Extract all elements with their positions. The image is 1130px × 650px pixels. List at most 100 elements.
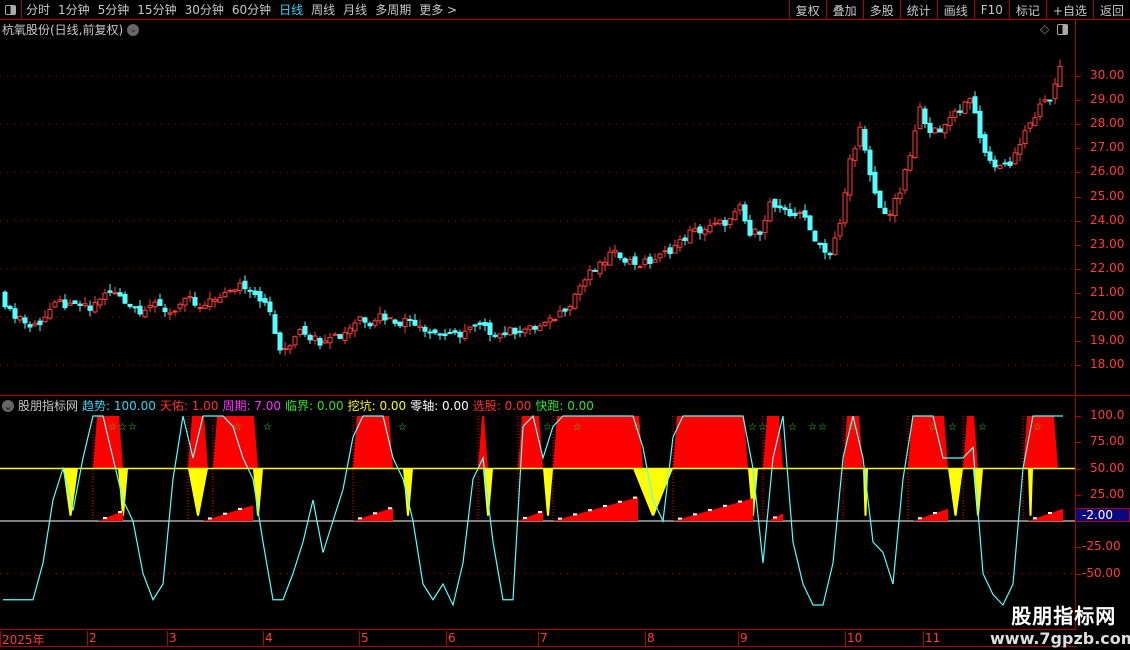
candle [427,328,433,340]
candle [47,302,53,321]
watermark-title: 股朋指标网 [1011,604,1117,628]
candle [432,328,438,336]
signal-zone-red [673,416,748,469]
toolbar-button[interactable]: +自选 [1045,0,1093,20]
month-label: 7 [538,631,548,646]
indicator-name: 股朋指标网 [18,399,79,413]
ramp-tick [618,500,622,503]
candle [192,291,198,308]
candle [817,242,823,249]
toolbar: 分时 1分钟 5分钟 15分钟 30分钟 60分钟 日线 周线 月线 多周期 更多 > 复权 叠加 多股… [0,0,1130,20]
panel-icon[interactable] [1057,23,1069,35]
candle [27,321,33,333]
panel-icon [5,4,16,15]
ramp-tick [693,513,697,516]
candle [517,325,523,338]
toolbar-button[interactable]: F10 [973,0,1009,20]
current-value-badge: -2.00 [1075,508,1130,522]
candle [67,299,73,306]
candle [212,296,218,308]
diamond-icon[interactable]: ◇ [1040,22,1049,36]
candle [437,332,443,340]
sidebar-toggle-button[interactable] [0,0,22,20]
legend-item: 临界: 0.00 [285,399,344,413]
candle [362,316,368,329]
candle [967,96,973,110]
toolbar-button[interactable]: 返回 [1092,0,1130,20]
toolbar-button[interactable]: 标记 [1008,0,1046,20]
chevron-down-icon[interactable]: ⌄ [2,399,14,413]
candle [667,243,673,259]
toolbar-button[interactable]: 复权 [788,0,826,20]
month-label: 10 [845,631,863,646]
candle [242,275,248,294]
candle [327,332,333,350]
candle [142,306,148,319]
candle [1027,121,1033,133]
candle [77,300,83,312]
toolbar-button[interactable]: 画线 [936,0,974,20]
period-tab[interactable]: 15分钟 [133,1,180,18]
axis-tick [1075,148,1081,150]
candle [582,277,588,293]
indicator-axis-label: 25.00 [1090,486,1125,501]
candle [137,300,143,317]
period-tab[interactable]: 日线 [275,1,307,18]
candle [662,245,668,258]
toolbar-button[interactable]: 多股 [862,0,900,20]
period-tab[interactable]: 1分钟 [54,1,94,18]
candle [147,299,153,313]
month-label: 2 [87,631,97,646]
candle [787,202,793,218]
candle [717,219,723,226]
time-axis-bottom-line [0,646,1076,647]
candle [842,187,848,228]
signal-zone-yellow [543,468,553,516]
signal-zone-red [553,416,643,469]
period-tab[interactable]: 分时 [22,1,54,18]
star-icon: ☆ [748,422,757,433]
candle [812,230,818,242]
axis-tick [1075,547,1081,549]
period-tab[interactable]: 更多 > [415,1,461,18]
candle [132,305,138,313]
ramp-tick [773,516,777,519]
period-tab[interactable]: 周线 [307,1,339,18]
axis-tick [1075,244,1081,246]
pane-separator [0,395,1130,396]
toolbar-button[interactable]: 叠加 [825,0,863,20]
price-axis-label: 18.00 [1090,357,1125,372]
indicator-axis-label: 50.00 [1090,460,1125,475]
axis-tick [1075,76,1081,77]
candle [452,328,458,335]
candle [412,313,418,327]
candle [677,235,683,252]
toolbar-buttons: 复权 叠加 多股 统计 画线 F10 标记 +自选 返回 [788,0,1130,20]
candle [387,317,393,320]
ramp-tick [538,511,542,514]
period-tab[interactable]: 多周期 [371,1,415,18]
candle [767,198,773,223]
candle [302,321,308,337]
candle [942,123,948,139]
candle [857,121,863,151]
candle [612,244,618,258]
candle [862,125,868,154]
period-tab[interactable]: 60分钟 [228,1,275,18]
period-tab[interactable]: 30分钟 [181,1,228,18]
ramp-tick [738,500,742,503]
signal-zone-red [963,416,978,469]
price-chart[interactable] [0,38,1076,395]
period-tab[interactable]: 月线 [339,1,371,18]
axis-tick [1075,292,1081,294]
chevron-down-icon[interactable]: ⌄ [127,23,140,36]
period-tab[interactable]: 5分钟 [94,1,134,18]
indicator-chart[interactable]: ☆ ☆ ☆ ☆ ☆ ☆ ☆ ☆ ☆ ☆ ☆ ☆ ☆ ☆ ☆ ☆ ☆ ☆ ☆ [0,413,1076,628]
candle [712,217,718,227]
signal-zone-red [188,416,208,469]
candle [322,334,328,345]
toolbar-button[interactable]: 统计 [899,0,937,20]
signal-zone-yellow [948,468,963,516]
candle [447,328,453,335]
month-label: 3 [167,631,177,646]
